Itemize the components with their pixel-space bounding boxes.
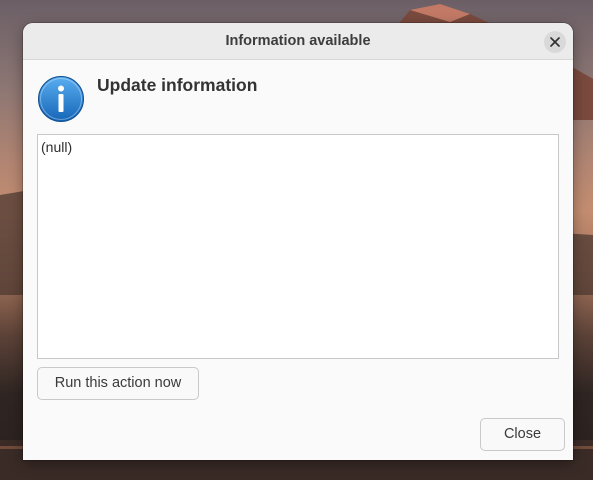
dialog-titlebar: Information available <box>23 23 573 60</box>
dialog-title: Information available <box>225 33 371 49</box>
dialog-heading: Update information <box>97 75 258 95</box>
textview-content: (null) <box>41 139 73 155</box>
close-icon <box>550 37 560 47</box>
info-icon <box>38 76 84 122</box>
update-info-textview[interactable]: (null) <box>37 134 559 359</box>
close-button[interactable]: Close <box>480 418 565 451</box>
titlebar-close-button[interactable] <box>544 31 566 53</box>
run-action-button[interactable]: Run this action now <box>37 367 199 400</box>
information-dialog: Information available Update information… <box>23 23 573 460</box>
